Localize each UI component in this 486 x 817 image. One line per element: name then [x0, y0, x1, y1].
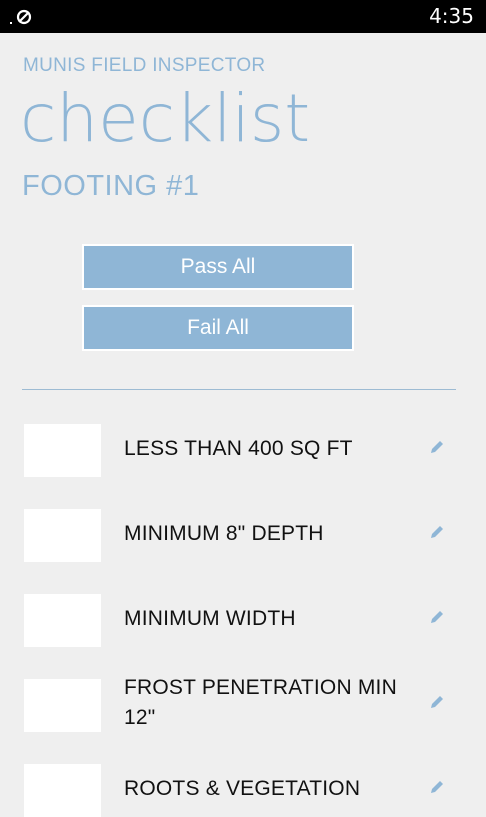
page-title: checklist: [20, 80, 311, 157]
item-checkbox[interactable]: [24, 679, 101, 732]
pencil-icon[interactable]: [428, 438, 446, 456]
pass-all-button[interactable]: Pass All: [82, 244, 354, 290]
status-time: 4:35: [429, 4, 474, 28]
item-checkbox[interactable]: [24, 764, 101, 817]
item-label: FROST PENETRATION MIN 12": [124, 676, 397, 729]
item-label: LESS THAN 400 SQ FT: [124, 437, 353, 460]
item-label: ROOTS & VEGETATION: [124, 777, 361, 800]
divider: [22, 389, 456, 390]
item-checkbox[interactable]: [24, 594, 101, 647]
status-bar: 4:35: [0, 0, 486, 33]
item-label: MINIMUM WIDTH: [124, 607, 296, 630]
no-sim-icon: [8, 7, 38, 27]
item-checkbox[interactable]: [24, 424, 101, 477]
fail-all-button[interactable]: Fail All: [82, 305, 354, 351]
item-checkbox[interactable]: [24, 509, 101, 562]
pencil-icon[interactable]: [428, 778, 446, 796]
item-label: MINIMUM 8" DEPTH: [124, 522, 324, 545]
page-subtitle: FOOTING #1: [22, 170, 200, 202]
app-name: MUNIS FIELD INSPECTOR: [23, 55, 266, 76]
pencil-icon[interactable]: [428, 523, 446, 541]
pencil-icon[interactable]: [428, 693, 446, 711]
pencil-icon[interactable]: [428, 608, 446, 626]
